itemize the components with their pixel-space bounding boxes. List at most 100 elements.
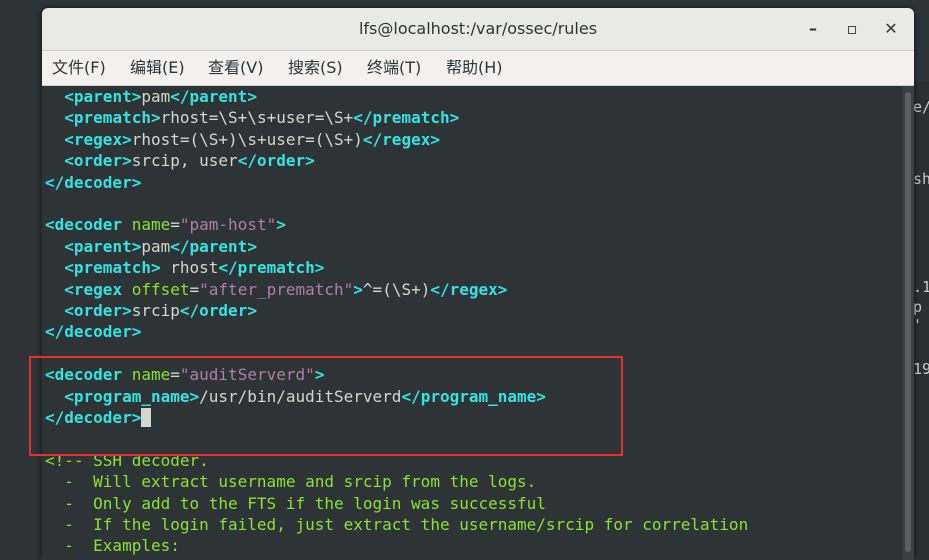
tag-name: parent — [73, 87, 132, 106]
minimize-icon: – — [809, 19, 817, 38]
menu-file[interactable]: 文件(F) — [52, 51, 106, 85]
tag-bracket: < — [45, 215, 55, 235]
terminal-line: <prematch>rhost=\S+\s+user=\S+</prematch… — [45, 107, 459, 128]
background-text: 19 — [913, 360, 929, 378]
tag-name: parent — [189, 236, 248, 256]
tag-name: prematch — [73, 258, 151, 278]
title-bar[interactable]: lfs@localhost:/var/ossec/rules – ▫ ✕ — [42, 8, 914, 51]
tag-bracket: </ — [170, 87, 190, 106]
window-title: lfs@localhost:/var/ossec/rules — [358, 19, 598, 38]
tag-bracket: > — [247, 87, 257, 106]
menu-view[interactable]: 查看(V) — [208, 51, 263, 85]
tag-name: order — [199, 301, 248, 320]
tag-name: order — [256, 151, 306, 171]
comment-text: - Will extract username and srcip from t… — [45, 472, 537, 492]
tag-name: regex — [73, 129, 123, 149]
tag-name: decoder — [64, 172, 132, 192]
tag-name: regex — [449, 279, 498, 299]
tag-bracket: < — [64, 151, 74, 171]
comment-text: - Only add to the FTS if the login was s… — [45, 493, 546, 513]
highlight-annotation-box — [29, 356, 623, 456]
tag-name: prematch — [372, 108, 450, 128]
tag-bracket: > — [353, 279, 363, 299]
scrollbar-thumb[interactable] — [905, 92, 911, 552]
menu-search[interactable]: 搜索(S) — [288, 51, 343, 85]
tag-bracket: > — [122, 151, 132, 171]
terminal-line: - Will extract username and srcip from t… — [45, 471, 536, 492]
menu-terminal[interactable]: 终端(T) — [367, 51, 421, 85]
tag-name: order — [73, 151, 123, 171]
attribute-name: offset — [131, 279, 190, 299]
background-text: .1 — [913, 278, 929, 296]
close-button[interactable]: ✕ — [880, 18, 902, 40]
background-text: sh — [913, 170, 929, 188]
tag-name: parent — [73, 236, 132, 256]
maximize-icon: ▫ — [846, 19, 858, 38]
element-text: srcip, user — [131, 151, 238, 171]
tag-bracket: > — [305, 151, 315, 171]
background-text: ' — [913, 316, 923, 334]
element-text: pam — [141, 87, 171, 106]
tag-bracket: < — [64, 87, 74, 106]
tag-bracket: < — [64, 129, 74, 149]
tag-bracket: > — [150, 108, 161, 128]
attribute-value: "after_prematch" — [199, 279, 354, 299]
element-text: ^=(\S+) — [362, 279, 431, 299]
maximize-button[interactable]: ▫ — [841, 18, 863, 40]
menu-help[interactable]: 帮助(H) — [446, 51, 503, 85]
element-text: pam — [141, 236, 171, 256]
tag-bracket: > — [131, 87, 142, 106]
tag-bracket: < — [64, 258, 74, 278]
equals-sign: = — [170, 215, 180, 235]
tag-bracket: </ — [179, 301, 200, 320]
tag-bracket: > — [314, 258, 325, 278]
terminal-line: - Examples: — [45, 535, 180, 556]
tag-name: decoder — [64, 322, 132, 342]
tag-bracket: > — [131, 172, 142, 192]
minimize-button[interactable]: – — [802, 18, 824, 40]
element-text: srcip — [131, 301, 180, 320]
tag-bracket: > — [122, 129, 132, 149]
tag-bracket: > — [497, 279, 508, 299]
tag-name: regex — [382, 129, 431, 149]
tag-bracket: > — [247, 236, 257, 256]
terminal-line: - If the login failed, just extract the … — [45, 514, 748, 535]
scrollbar[interactable] — [902, 86, 914, 560]
attribute-name: name — [131, 215, 171, 235]
tag-bracket: </ — [430, 279, 450, 299]
tag-bracket: > — [131, 236, 142, 256]
tag-name: order — [73, 301, 123, 320]
tag-name: prematch — [73, 108, 151, 128]
terminal-line: <parent>pam</parent> — [45, 236, 257, 257]
terminal-line: <regex>rhost=(\S+)\s+user=(\S+)</regex> — [45, 129, 440, 150]
terminal-line: <decoder name="pam-host"> — [45, 214, 286, 235]
terminal-window: lfs@localhost:/var/ossec/rules – ▫ ✕ 文件(… — [42, 8, 914, 560]
tag-bracket: < — [64, 301, 74, 320]
background-text: p — [913, 298, 923, 316]
terminal-line: <order>srcip, user</order> — [45, 150, 315, 171]
menu-bar: 文件(F) 编辑(E) 查看(V) 搜索(S) 终端(T) 帮助(H) — [42, 51, 914, 86]
tag-bracket: < — [64, 108, 74, 128]
tag-bracket: > — [122, 301, 132, 320]
close-icon: ✕ — [884, 19, 898, 38]
tag-bracket: > — [247, 301, 257, 320]
menu-edit[interactable]: 编辑(E) — [130, 51, 185, 85]
tag-bracket: </ — [353, 108, 373, 128]
comment-text: - If the login failed, just extract the … — [45, 515, 749, 534]
terminal-content[interactable]: <parent>pam</parent> <prematch>rhost=\S+… — [42, 86, 902, 560]
tag-bracket: </ — [218, 258, 238, 278]
tag-bracket: > — [150, 258, 161, 278]
terminal-line: <prematch> rhost</prematch> — [45, 257, 324, 278]
tag-bracket: </ — [237, 151, 257, 171]
terminal-line: </decoder> — [45, 172, 141, 193]
tag-bracket: > — [449, 108, 460, 128]
comment-text: - Examples: — [45, 536, 180, 556]
